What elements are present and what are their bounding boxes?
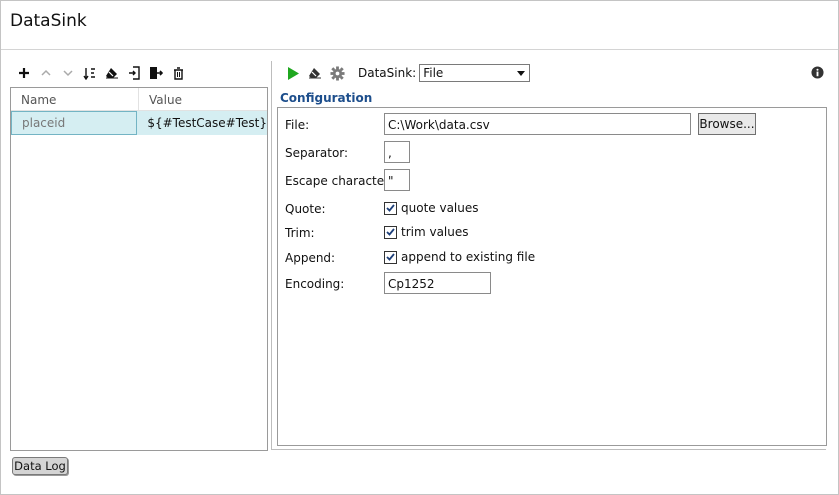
append-label: Append: [285,251,336,265]
run-button[interactable] [282,64,304,82]
datasink-type-select[interactable]: File [419,64,531,82]
add-icon [18,67,30,79]
move-up-button[interactable] [35,64,57,82]
quote-label: Quote: [285,202,326,216]
datasink-type-value: File [423,66,444,80]
move-down-icon [63,69,73,77]
encoding-label: Encoding: [285,277,345,291]
eraser-icon [105,67,119,79]
trash-icon [173,66,184,80]
browse-button[interactable]: Browse... [698,113,756,135]
trim-values-label: trim values [401,225,469,239]
separator-input[interactable]: , [384,141,410,163]
export-button[interactable] [145,64,167,82]
quote-values-label: quote values [401,201,479,215]
file-path-input[interactable]: C:\Work\data.csv [384,113,691,135]
separator-label: Separator: [285,146,349,160]
move-up-icon [41,69,51,77]
vertical-splitter[interactable] [271,61,272,449]
configuration-panel: File: C:\Work\data.csv Browse... Separat… [277,107,827,446]
escape-character-label: Escape character: [285,174,393,188]
append-to-file-label: append to existing file [401,250,536,264]
window-title: DataSink [10,11,87,31]
file-label: File: [285,118,310,132]
sort-icon [83,67,97,80]
datasink-window: DataSink Name Value placeid ${#TestCase#… [0,0,839,495]
checkmark-icon [386,253,395,261]
property-value-cell[interactable]: ${#TestCase#Test} [137,111,267,135]
property-name-cell[interactable]: placeid [11,111,138,135]
table-row[interactable]: placeid ${#TestCase#Test} [11,111,267,135]
import-button[interactable] [123,64,145,82]
sort-button[interactable] [79,64,101,82]
encoding-input[interactable]: Cp1252 [384,272,491,294]
run-icon [287,66,300,81]
move-down-button[interactable] [57,64,79,82]
settings-button[interactable] [326,64,348,82]
info-icon [811,66,824,82]
table-header: Name Value [11,88,267,111]
import-icon [128,66,141,80]
title-separator [1,49,838,50]
column-header-name[interactable]: Name [11,88,139,110]
quote-values-checkbox[interactable]: quote values [384,201,479,215]
info-button[interactable] [811,66,824,82]
column-header-value[interactable]: Value [139,88,182,110]
checkbox-box[interactable] [384,250,397,264]
configuration-section-title: Configuration [280,91,373,105]
export-icon [149,66,163,80]
eraser-icon [308,67,322,79]
datasink-toolbar: DataSink: File [282,63,531,83]
checkbox-box[interactable] [384,225,397,239]
tab-data-log[interactable]: Data Log [12,457,68,475]
checkbox-box[interactable] [384,201,397,215]
trim-label: Trim: [285,226,315,240]
gear-icon [329,65,345,81]
checkmark-icon [386,204,395,212]
properties-toolbar [13,64,189,82]
trim-values-checkbox[interactable]: trim values [384,225,469,239]
add-button[interactable] [13,64,35,82]
properties-table: Name Value placeid ${#TestCase#Test} [10,87,268,451]
escape-character-input[interactable]: " [384,169,410,191]
append-to-file-checkbox[interactable]: append to existing file [384,250,535,264]
delete-button[interactable] [167,64,189,82]
clear-values-button[interactable] [101,64,123,82]
clear-button[interactable] [304,64,326,82]
horizontal-divider [271,449,826,450]
chevron-down-icon [517,71,526,76]
checkmark-icon [386,228,395,236]
datasink-type-label: DataSink: [358,66,417,80]
